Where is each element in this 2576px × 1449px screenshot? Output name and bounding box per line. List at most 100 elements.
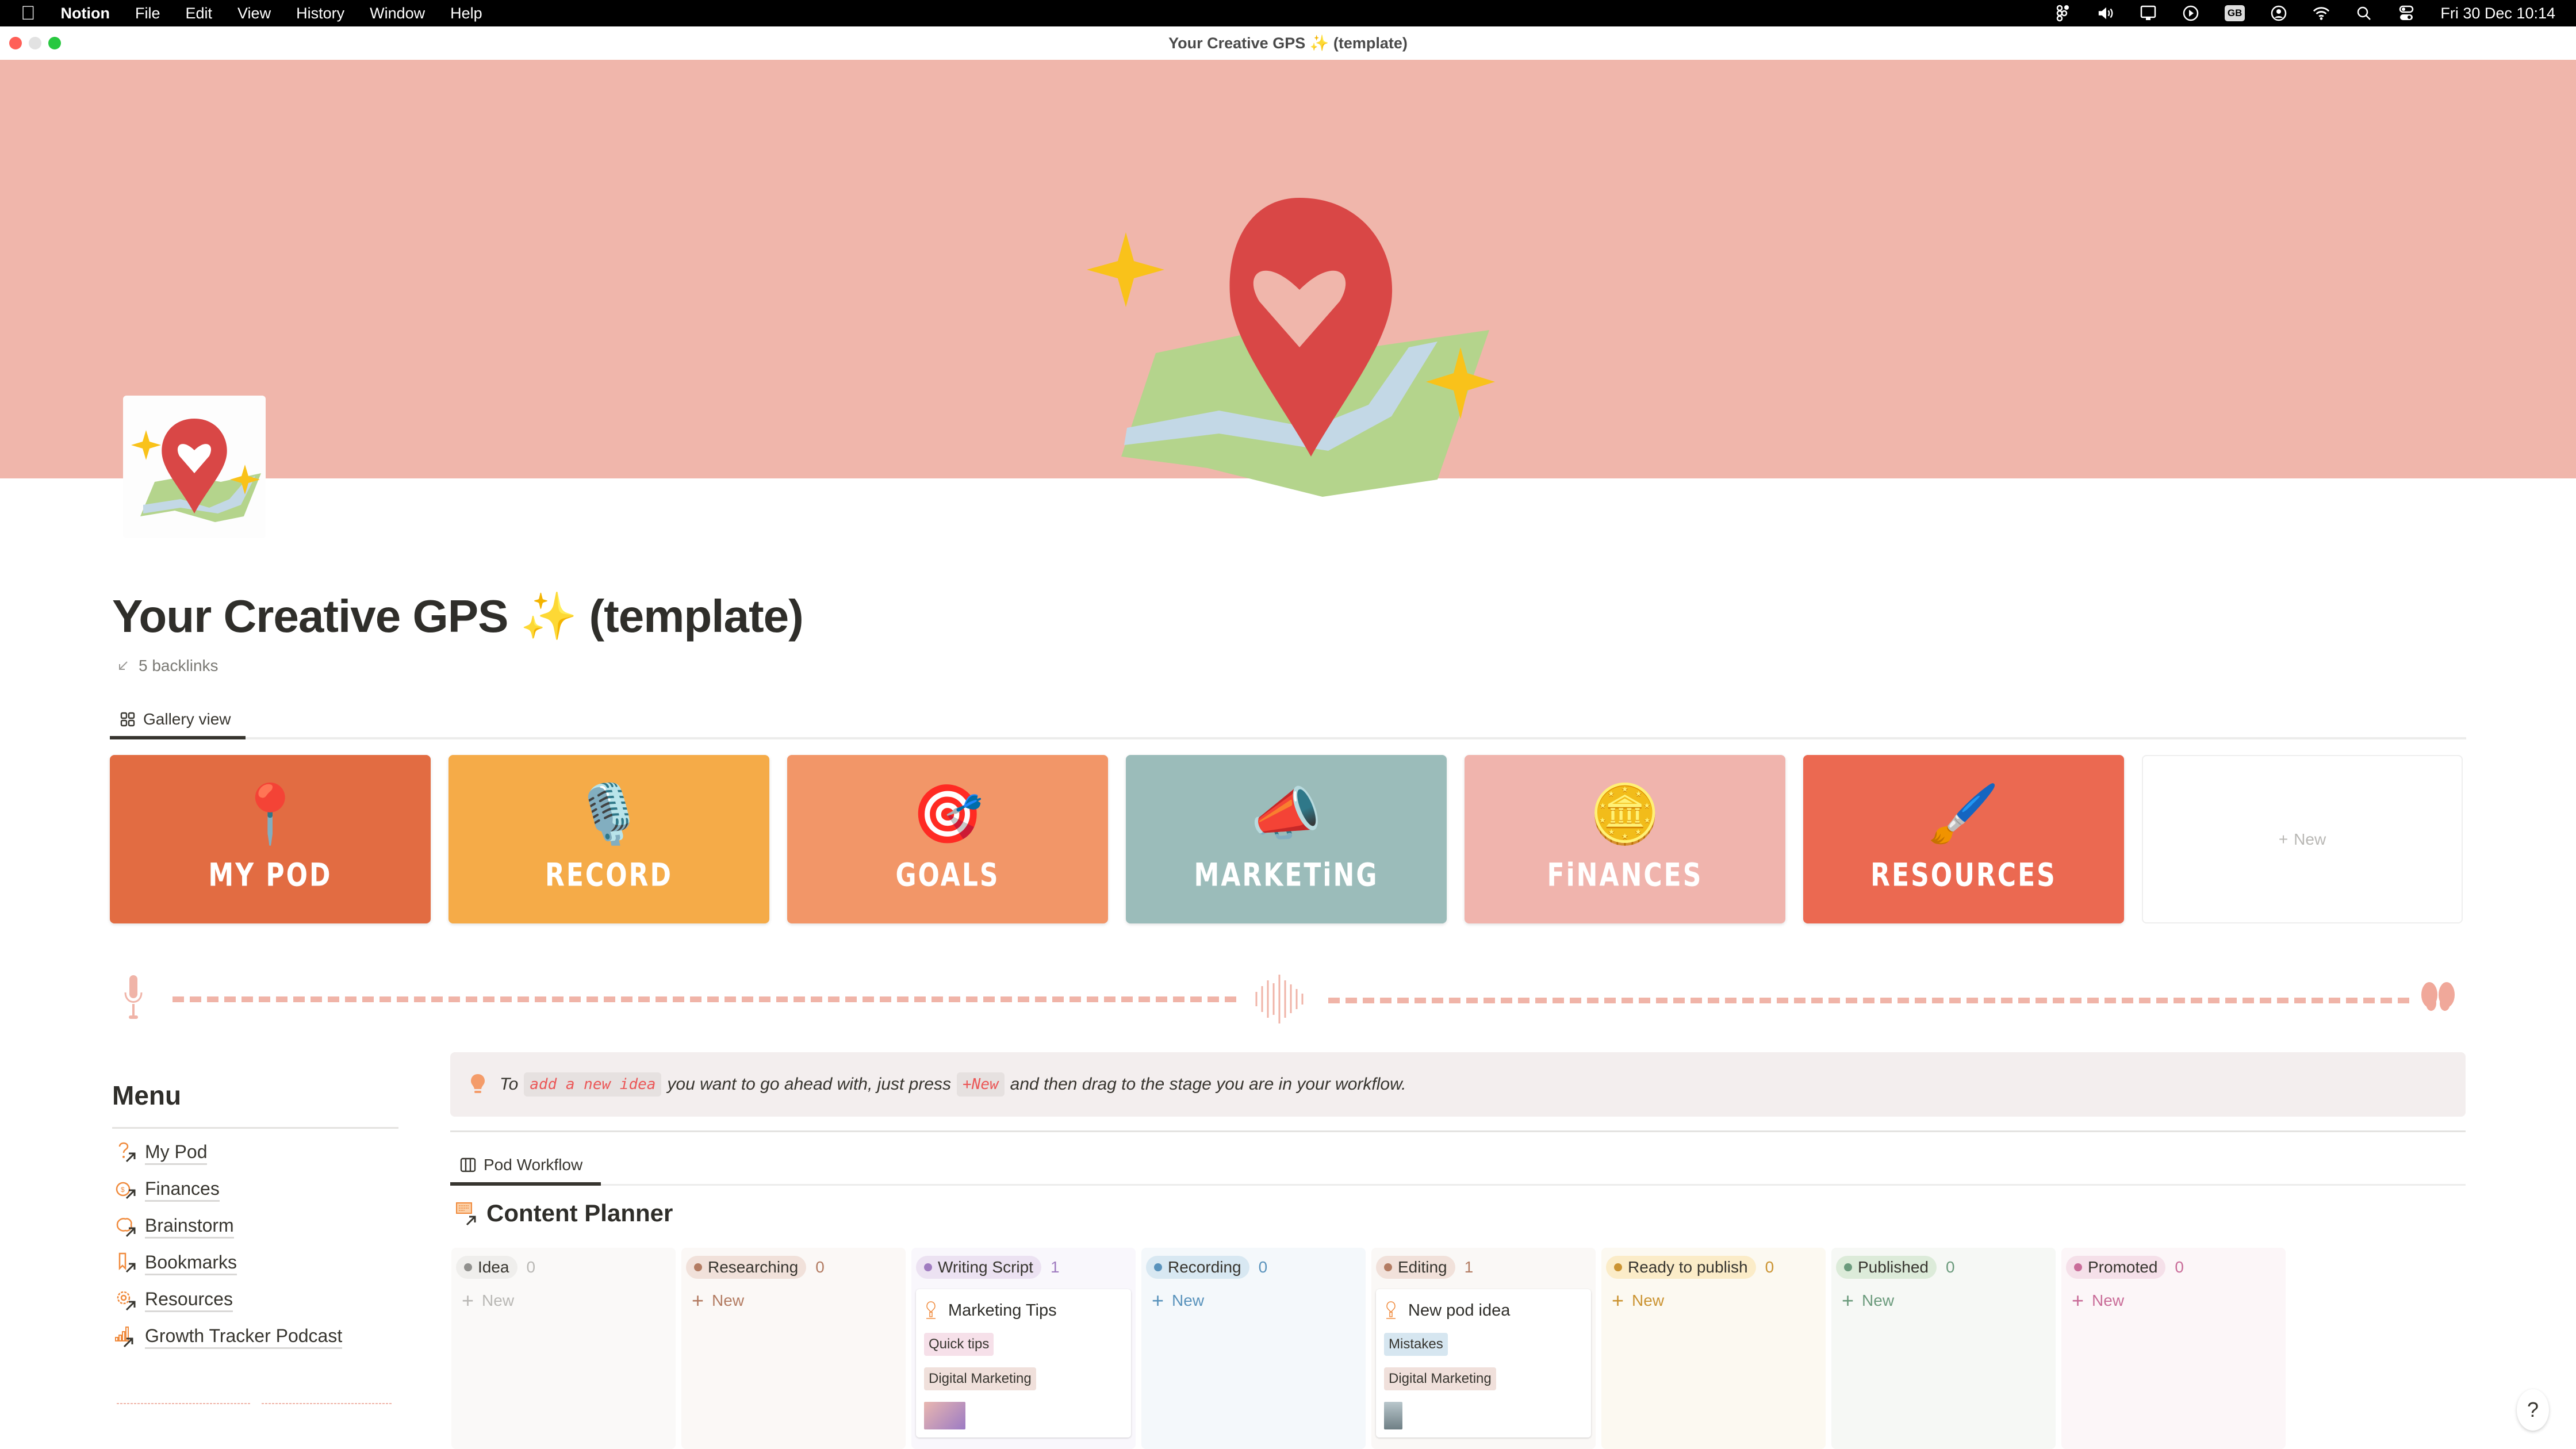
gallery-new-button[interactable]: + New: [2142, 755, 2463, 923]
add-new-card-button[interactable]: + New: [686, 1289, 901, 1312]
control-center-icon[interactable]: [2398, 5, 2415, 22]
status-label: Writing Script: [938, 1258, 1033, 1276]
question-mark-icon: [115, 1141, 138, 1164]
status-pill[interactable]: Promoted: [2066, 1256, 2166, 1279]
column-header[interactable]: Recording 0: [1146, 1256, 1361, 1279]
microphone-photo: [924, 1402, 965, 1429]
status-label: Idea: [478, 1258, 509, 1276]
gallery-card-resources[interactable]: 🖌️ RESOURCES: [1803, 755, 2124, 923]
gallery-card-record[interactable]: 🎙️ RECORD: [448, 755, 769, 923]
figma-icon[interactable]: [2054, 5, 2072, 22]
menu-link-label: My Pod: [145, 1140, 208, 1165]
status-pill[interactable]: Researching: [686, 1256, 807, 1279]
help-button[interactable]: ?: [2517, 1389, 2549, 1431]
menu-link-resources[interactable]: Resources: [115, 1281, 342, 1318]
window-close-button[interactable]: [9, 37, 22, 49]
column-header[interactable]: Published 0: [1836, 1256, 2051, 1279]
add-new-label: New: [1862, 1291, 1895, 1309]
status-pill[interactable]: Idea: [456, 1256, 518, 1279]
menu-link-growth-tracker-podcast[interactable]: Growth Tracker Podcast: [115, 1318, 343, 1355]
add-new-card-button[interactable]: + New: [1146, 1289, 1361, 1312]
brain-icon: [115, 1214, 138, 1237]
column-header[interactable]: Researching 0: [686, 1256, 901, 1279]
status-pill[interactable]: Editing: [1376, 1256, 1455, 1279]
plus-icon: +: [1152, 1289, 1164, 1312]
board-column-published: Published 0 + New: [1831, 1248, 2056, 1449]
microphone-page-icon: [926, 1301, 936, 1319]
board-column-researching: Researching 0 + New: [681, 1248, 906, 1449]
add-new-card-button[interactable]: + New: [456, 1289, 671, 1312]
microphone-icon: 🎙️: [573, 781, 645, 846]
tip-callout: To add a new idea you want to go ahead w…: [450, 1052, 2466, 1117]
board-card[interactable]: Marketing Tips Quick tips Digital Marketin…: [916, 1289, 1131, 1438]
card-title: New pod idea: [1408, 1301, 1511, 1320]
backlinks-count: 5 backlinks: [139, 657, 218, 674]
status-pill[interactable]: Recording: [1146, 1256, 1249, 1279]
heart-pin-map-cover-icon: [1087, 198, 1495, 497]
column-count: 0: [1258, 1258, 1268, 1276]
menu-edit[interactable]: Edit: [186, 5, 213, 22]
volume-icon[interactable]: [2097, 5, 2114, 22]
gallery-card-goals[interactable]: 🎯 GOALS: [787, 755, 1108, 923]
window-titlebar: Your Creative GPS ✨ (template): [0, 26, 2576, 60]
board-card[interactable]: New pod idea Mistakes Digital Marketing: [1376, 1289, 1591, 1438]
menu-link-brainstorm[interactable]: Brainstorm: [115, 1208, 342, 1244]
add-new-card-button[interactable]: + New: [1606, 1289, 1821, 1312]
menu-link-finances[interactable]: $ Finances: [115, 1171, 342, 1208]
user-icon[interactable]: [2270, 5, 2287, 22]
add-new-label: New: [1172, 1291, 1205, 1309]
window-zoom-button[interactable]: [48, 37, 61, 49]
add-new-card-button[interactable]: + New: [1836, 1289, 2051, 1312]
input-source-gb[interactable]: GB: [2224, 5, 2245, 21]
status-dot-icon: [1614, 1263, 1622, 1271]
card-tag: Digital Marketing: [1384, 1367, 1496, 1390]
gallery-view-tabs: Gallery view: [110, 702, 2466, 739]
app-menu-notion[interactable]: Notion: [61, 5, 110, 22]
page-title[interactable]: Your Creative GPS ✨ (template): [112, 589, 804, 643]
menu-list: My Pod $ Finances Brainstorm Bookmarks R…: [115, 1134, 343, 1355]
board-column-ready-to-publish: Ready to publish 0 + New: [1601, 1248, 1826, 1449]
add-new-card-button[interactable]: + New: [2066, 1289, 2281, 1312]
status-pill[interactable]: Published: [1836, 1256, 1937, 1279]
column-count: 0: [1945, 1258, 1955, 1276]
tab-gallery-view[interactable]: Gallery view: [110, 702, 246, 739]
apple-icon[interactable]: : [21, 2, 36, 25]
column-header[interactable]: Promoted 0: [2066, 1256, 2281, 1279]
menu-link-label: Bookmarks: [145, 1251, 237, 1275]
menu-help[interactable]: Help: [450, 5, 482, 22]
search-icon[interactable]: [2355, 5, 2372, 22]
menu-link-bookmarks[interactable]: Bookmarks: [115, 1244, 342, 1281]
menu-history[interactable]: History: [296, 5, 344, 22]
column-header[interactable]: Idea 0: [456, 1256, 671, 1279]
page-cover[interactable]: [0, 60, 2576, 497]
content-planner-link[interactable]: Content Planner: [455, 1199, 673, 1227]
menu-view[interactable]: View: [237, 5, 271, 22]
heart-pin-map-icon: [131, 419, 261, 522]
column-header[interactable]: Editing 1: [1376, 1256, 1591, 1279]
tab-pod-workflow[interactable]: Pod Workflow: [450, 1146, 601, 1186]
status-pill[interactable]: Writing Script: [916, 1256, 1041, 1279]
plus-icon: +: [462, 1289, 474, 1312]
menubar-clock[interactable]: Fri 30 Dec 10:14: [2440, 5, 2555, 22]
column-count: 0: [526, 1258, 536, 1276]
wifi-icon[interactable]: [2313, 5, 2330, 22]
status-pill[interactable]: Ready to publish: [1606, 1256, 1756, 1279]
page-icon[interactable]: [123, 396, 266, 538]
backlinks-button[interactable]: 5 backlinks: [117, 657, 218, 675]
menu-window[interactable]: Window: [370, 5, 425, 22]
gallery-card-finances[interactable]: 🪙 FiNANCES: [1465, 755, 1785, 923]
menu-file[interactable]: File: [135, 5, 160, 22]
gallery-card-marketing[interactable]: 📣 MARKETiNG: [1126, 755, 1447, 923]
play-icon[interactable]: [2182, 5, 2199, 22]
menu-link-my-pod[interactable]: My Pod: [115, 1134, 342, 1171]
gallery-card-my-pod[interactable]: 📍 MY POD: [110, 755, 431, 923]
column-header[interactable]: Writing Script 1: [916, 1256, 1131, 1279]
column-header[interactable]: Ready to publish 0: [1606, 1256, 1821, 1279]
board-column-idea: Idea 0 + New: [451, 1248, 676, 1449]
callout-code-new: +New: [957, 1072, 1005, 1097]
window-minimize-button[interactable]: [29, 37, 41, 49]
bookmark-icon: [115, 1251, 138, 1274]
display-icon[interactable]: [2140, 5, 2157, 22]
gallery-cards: 📍 MY POD 🎙️ RECORD 🎯 GOALS 📣 MARKETiNG 🪙…: [110, 755, 2463, 923]
gallery-card-label: RESOURCES: [1870, 857, 2057, 894]
